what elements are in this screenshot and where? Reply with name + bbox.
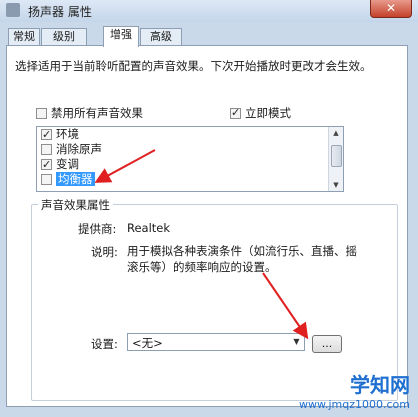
watermark-url: www.jmqz1000.com <box>299 398 410 411</box>
arrow-to-equalizer <box>94 149 156 183</box>
tab-enhancements[interactable]: 增强 <box>103 26 139 47</box>
annotation-arrows <box>94 149 309 340</box>
arrow-to-browse-button <box>262 272 309 340</box>
watermark-title: 学知网 <box>350 373 410 397</box>
watermark: 学知网 www.jmqz1000.com <box>299 369 410 411</box>
